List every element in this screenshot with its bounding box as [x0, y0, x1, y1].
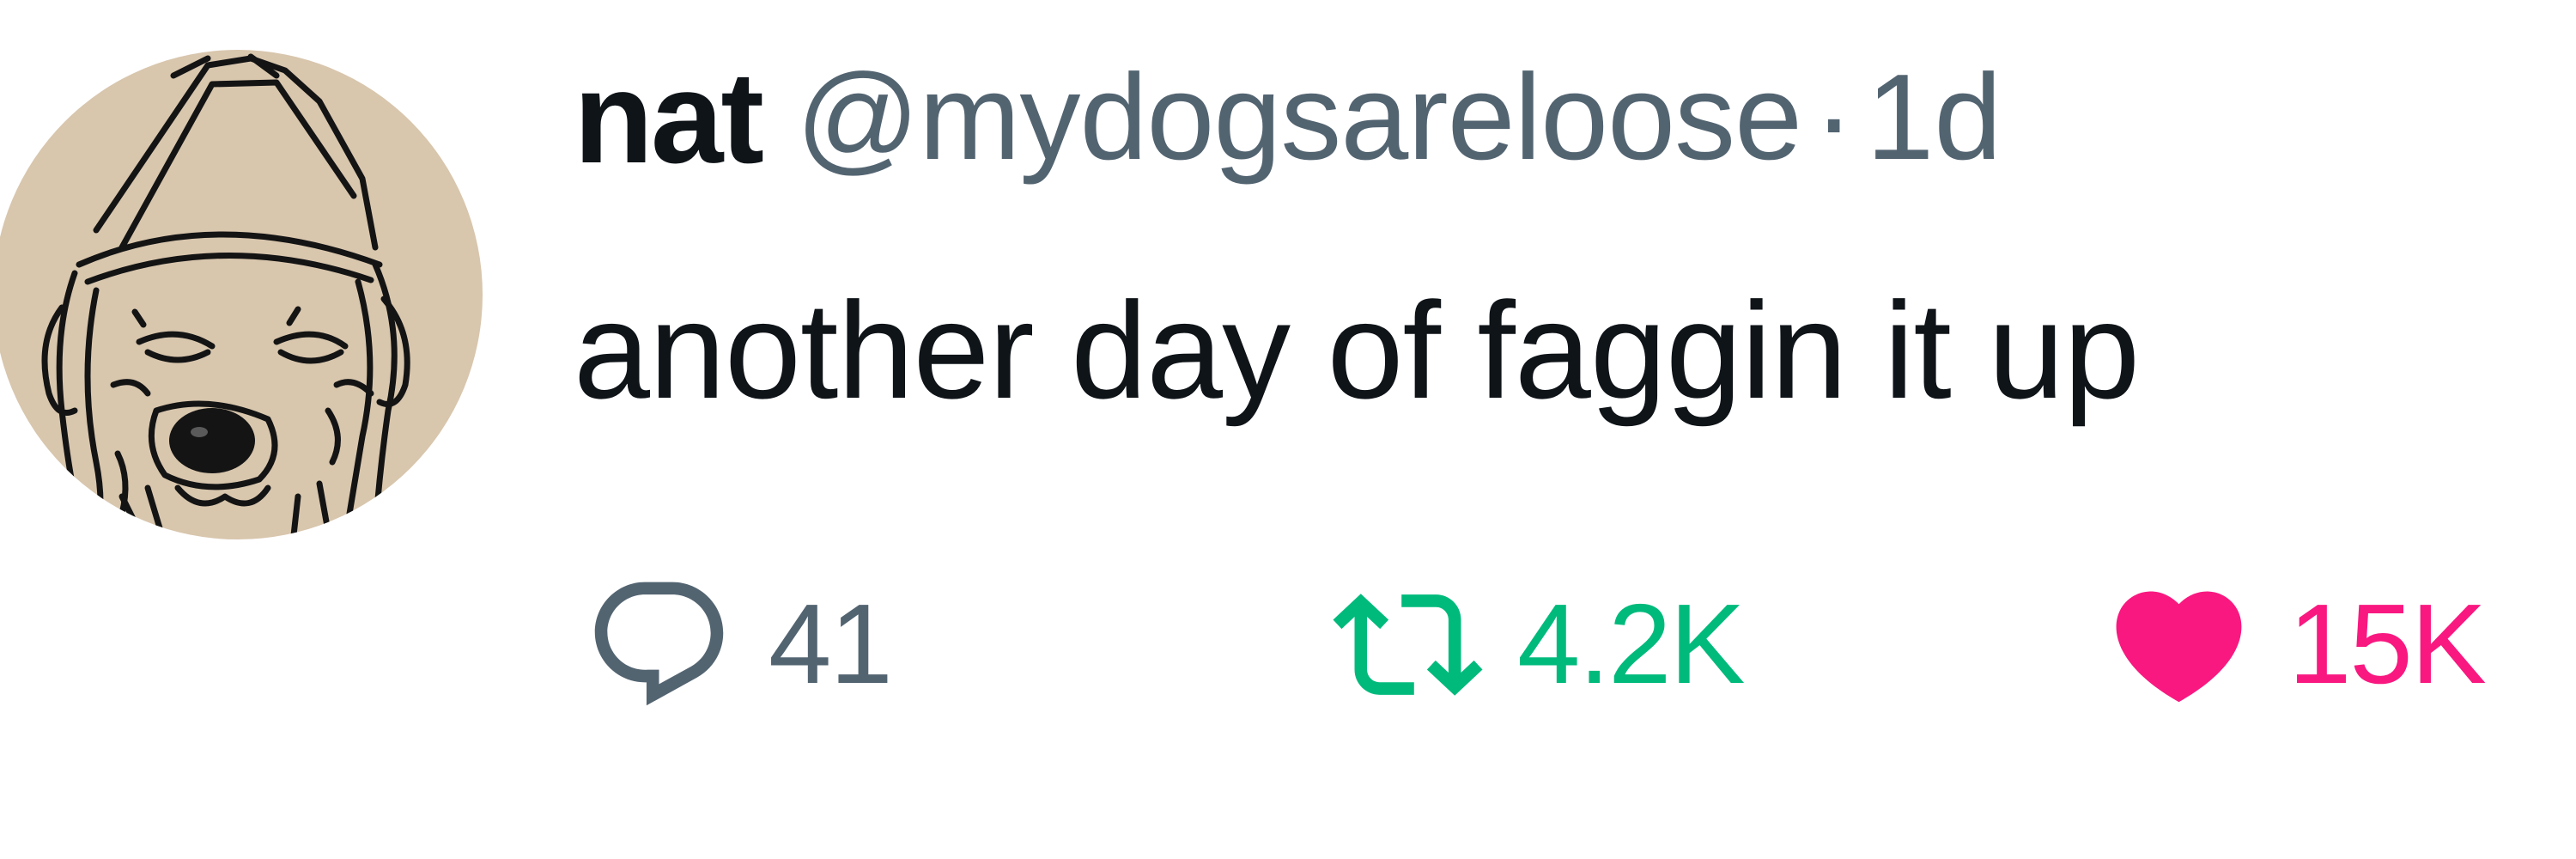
- tweet-text: another day of faggin it up: [574, 273, 2140, 427]
- like-count: 15K: [2288, 581, 2487, 707]
- retweet-icon: [1333, 570, 1483, 720]
- like-button[interactable]: 15K: [2104, 558, 2487, 730]
- reply-button[interactable]: 41: [584, 558, 893, 730]
- separator-dot: ·: [1814, 49, 1855, 186]
- reply-icon: [584, 570, 734, 720]
- reply-count: 41: [769, 581, 893, 707]
- retweet-count: 4.2K: [1517, 581, 1746, 707]
- tweet[interactable]: nat @mydogsareloose · 1d another day of …: [0, 0, 2576, 859]
- user-handle[interactable]: @mydogsareloose: [796, 47, 1802, 188]
- action-bar: 41 4.2K 15K: [0, 558, 2576, 730]
- retweet-button[interactable]: 4.2K: [1333, 558, 1746, 730]
- tweet-header: nat @mydogsareloose · 1d: [574, 45, 2002, 191]
- heart-icon: [2104, 570, 2254, 720]
- display-name[interactable]: nat: [574, 43, 764, 193]
- timestamp[interactable]: 1d: [1866, 47, 2002, 188]
- dog-drawing-avatar-image: [0, 50, 483, 539]
- avatar[interactable]: [0, 50, 483, 539]
